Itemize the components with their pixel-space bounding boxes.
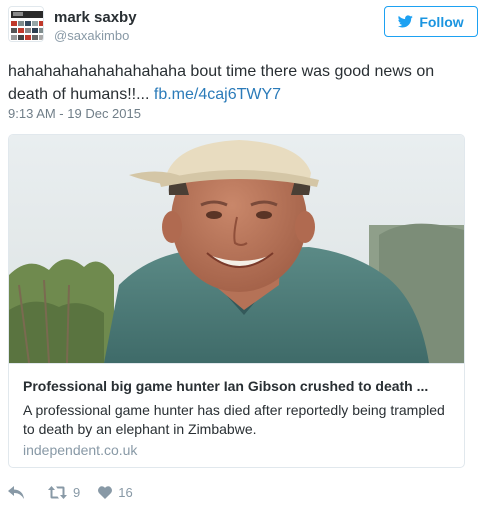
user-display-name[interactable]: mark saxby xyxy=(54,9,137,26)
card-photo xyxy=(9,135,464,363)
tweet-actions: 9 16 xyxy=(8,482,133,502)
retweet-icon xyxy=(48,485,67,499)
embedded-tweet: mark saxby @saxakimbo Follow hahahahahah… xyxy=(0,0,498,531)
reply-button[interactable] xyxy=(8,485,24,499)
twitter-bird-icon xyxy=(398,15,414,28)
reply-icon xyxy=(8,485,24,499)
card-image[interactable] xyxy=(9,135,464,363)
card-description: A professional game hunter has died afte… xyxy=(23,402,445,437)
retweet-count: 9 xyxy=(73,484,81,500)
tweet-timestamp[interactable]: 9:13 AM - 19 Dec 2015 xyxy=(8,106,141,121)
follow-button[interactable]: Follow xyxy=(384,6,478,37)
like-count: 16 xyxy=(118,484,133,500)
card-body[interactable]: Professional big game hunter Ian Gibson … xyxy=(9,363,464,467)
follow-label: Follow xyxy=(419,13,464,30)
avatar-image xyxy=(9,7,43,41)
tweet-header: mark saxby @saxakimbo Follow xyxy=(8,6,478,48)
card-title[interactable]: Professional big game hunter Ian Gibson … xyxy=(23,378,453,394)
tweet-text: hahahahahahahahahaha bout time there was… xyxy=(8,60,478,106)
card-domain: independent.co.uk xyxy=(23,442,138,458)
user-avatar[interactable] xyxy=(8,6,44,42)
user-handle[interactable]: @saxakimbo xyxy=(54,28,129,43)
tweet-link[interactable]: fb.me/4caj6TWY7 xyxy=(154,86,281,103)
heart-icon xyxy=(98,485,113,499)
link-card[interactable]: Professional big game hunter Ian Gibson … xyxy=(8,134,465,468)
retweet-button[interactable]: 9 xyxy=(48,485,80,500)
like-button[interactable]: 16 xyxy=(98,484,133,500)
